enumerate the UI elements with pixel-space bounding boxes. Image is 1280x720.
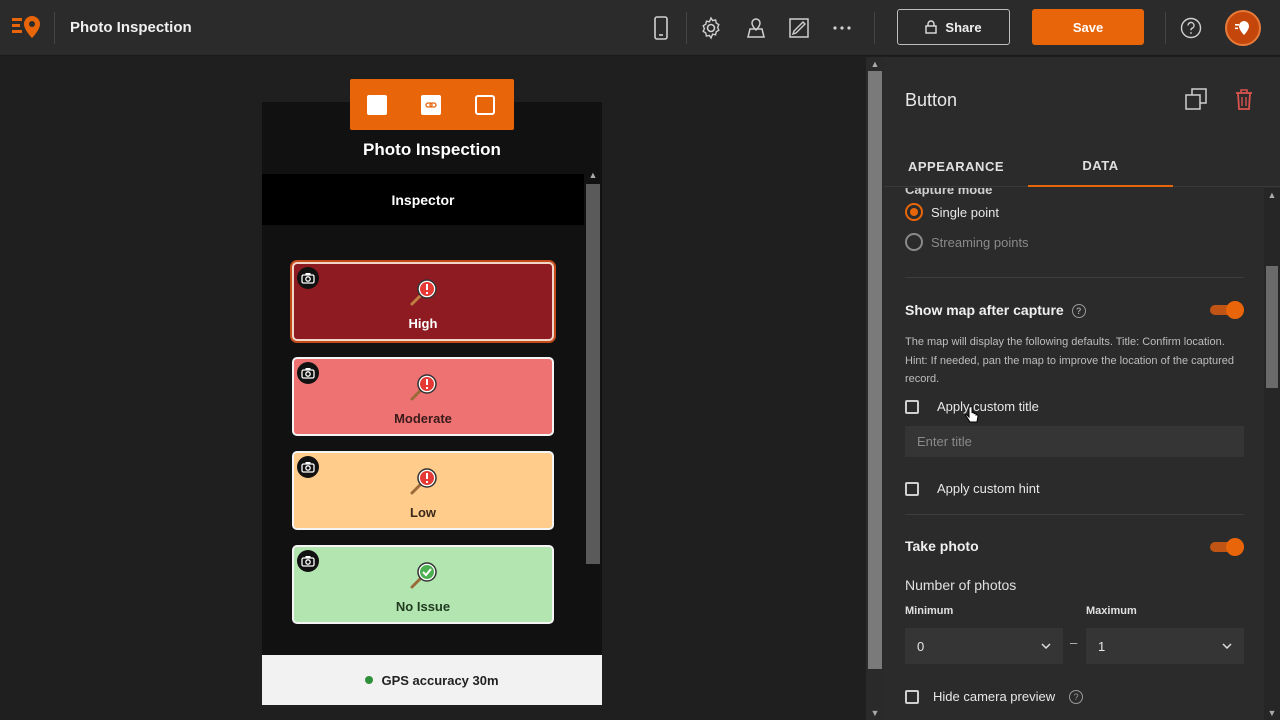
divider: [905, 514, 1244, 515]
apply-custom-hint-checkbox[interactable]: Apply custom hint: [905, 481, 1040, 496]
show-map-toggle[interactable]: [1210, 301, 1244, 319]
panel-scroll-thumb[interactable]: [1266, 266, 1278, 388]
share-button[interactable]: Share: [897, 9, 1010, 45]
panel-title: Button: [905, 90, 958, 110]
help-icon[interactable]: ?: [1071, 304, 1086, 319]
panel-scrollbar[interactable]: ▲ ▼: [1264, 188, 1280, 720]
properties-panel: Button APPEARANCE DATA Capture mode Sing…: [884, 57, 1280, 720]
minimum-select[interactable]: 0: [905, 628, 1063, 664]
maximum-select[interactable]: 1: [1086, 628, 1244, 664]
link-icon[interactable]: [420, 94, 442, 116]
camera-icon: [297, 456, 319, 478]
radio-single-point[interactable]: Single point: [905, 203, 999, 221]
canvas-scroll-thumb[interactable]: [868, 71, 882, 669]
choice-high[interactable]: High: [292, 262, 554, 341]
frame-icon[interactable]: [474, 94, 496, 116]
inspect-check-icon: [410, 562, 437, 589]
gps-dot-icon: [365, 676, 374, 684]
take-photo-label: Take photo: [905, 538, 979, 554]
inspect-warning-icon: [410, 468, 437, 495]
custom-title-input[interactable]: [905, 426, 1244, 457]
scroll-up-icon[interactable]: ▲: [870, 59, 880, 69]
help-icon[interactable]: [1177, 14, 1205, 42]
choice-label: No Issue: [395, 599, 451, 614]
gps-status: GPS accuracy 30m: [262, 655, 602, 705]
checkbox-label: Apply custom title: [937, 399, 1039, 414]
scroll-up-icon[interactable]: ▲: [588, 170, 598, 180]
checkbox-icon: [905, 481, 919, 496]
top-bar: Photo Inspection Share Save: [0, 0, 1280, 56]
show-map-description: The map will display the following defau…: [905, 336, 1234, 385]
choice-label: Moderate: [394, 411, 452, 426]
element-toolbar: [350, 79, 514, 130]
camera-icon: [297, 362, 319, 384]
divider: [54, 12, 55, 44]
divider: [1165, 12, 1166, 44]
avatar[interactable]: [1225, 10, 1261, 46]
choice-low[interactable]: Low: [292, 451, 554, 530]
minimum-label: Minimum: [905, 605, 954, 617]
minimum-value: 0: [917, 638, 925, 654]
tab-appearance[interactable]: APPEARANCE: [884, 145, 1028, 187]
choice-moderate[interactable]: Moderate: [292, 357, 554, 436]
radio-selected-icon: [905, 203, 923, 221]
gps-text: GPS accuracy 30m: [381, 672, 499, 688]
scroll-down-icon[interactable]: ▼: [870, 708, 880, 718]
tab-data[interactable]: DATA: [1028, 145, 1173, 187]
checkbox-label: Apply custom hint: [937, 481, 1040, 496]
divider: [874, 12, 875, 44]
hand-cursor-icon: [965, 406, 979, 423]
chevron-down-icon: [1041, 643, 1051, 649]
checkbox-label: Hide camera preview: [933, 689, 1056, 704]
divider: [905, 277, 1244, 278]
show-map-title: Show map after capture?: [905, 302, 1086, 319]
gear-icon[interactable]: [697, 14, 725, 42]
panel-tabs: APPEARANCE DATA: [884, 145, 1280, 187]
radio-streaming-points[interactable]: Streaming points: [905, 233, 1029, 251]
mobile-preview-icon[interactable]: [647, 14, 675, 42]
lock-icon: [925, 20, 938, 34]
inspector-field[interactable]: Inspector: [262, 174, 584, 225]
more-icon[interactable]: [828, 14, 856, 42]
divider: [686, 12, 687, 44]
maximum-label: Maximum: [1086, 605, 1137, 617]
choice-label: High: [408, 316, 438, 331]
help-icon[interactable]: ?: [1069, 689, 1084, 704]
radio-label: Single point: [931, 204, 999, 220]
panel-body: Capture mode Single point Streaming poin…: [884, 188, 1264, 720]
duplicate-icon[interactable]: [1182, 85, 1210, 113]
app-logo-icon[interactable]: [10, 12, 42, 42]
canvas-scrollbar[interactable]: ▲ ▼: [866, 57, 884, 720]
checkbox-icon: [905, 689, 919, 704]
show-map-label: Show map after capture: [905, 302, 1064, 318]
share-label: Share: [945, 19, 982, 35]
number-of-photos-label: Number of photos: [905, 577, 1017, 593]
save-button[interactable]: Save: [1032, 9, 1144, 45]
camera-icon: [297, 267, 319, 289]
capture-mode-heading: Capture mode: [905, 188, 993, 197]
maximum-value: 1: [1098, 638, 1106, 654]
edit-form-icon[interactable]: [785, 14, 813, 42]
camera-icon: [297, 550, 319, 572]
range-separator: –: [1070, 635, 1078, 650]
trash-icon[interactable]: [1230, 85, 1258, 113]
phone-scrollbar[interactable]: ▲: [584, 168, 602, 658]
phone-scroll-thumb[interactable]: [586, 184, 600, 564]
choice-no-issue[interactable]: No Issue: [292, 545, 554, 624]
inspect-warning-icon: [410, 279, 437, 306]
radio-label: Streaming points: [931, 234, 1029, 250]
checkbox-icon: [905, 399, 919, 414]
map-pin-icon[interactable]: [742, 14, 770, 42]
square-icon[interactable]: [366, 94, 388, 116]
inspect-warning-icon: [410, 374, 437, 401]
survey-title: Photo Inspection: [363, 140, 501, 159]
take-photo-toggle[interactable]: [1210, 538, 1244, 556]
radio-unselected-icon: [905, 233, 923, 251]
scroll-down-icon[interactable]: ▼: [1267, 708, 1277, 718]
app-title: Photo Inspection: [70, 19, 192, 36]
chevron-down-icon: [1222, 643, 1232, 649]
scroll-up-icon[interactable]: ▲: [1267, 190, 1277, 200]
hide-camera-preview-checkbox[interactable]: Hide camera preview ?: [905, 689, 1084, 704]
choice-label: Low: [410, 505, 436, 520]
